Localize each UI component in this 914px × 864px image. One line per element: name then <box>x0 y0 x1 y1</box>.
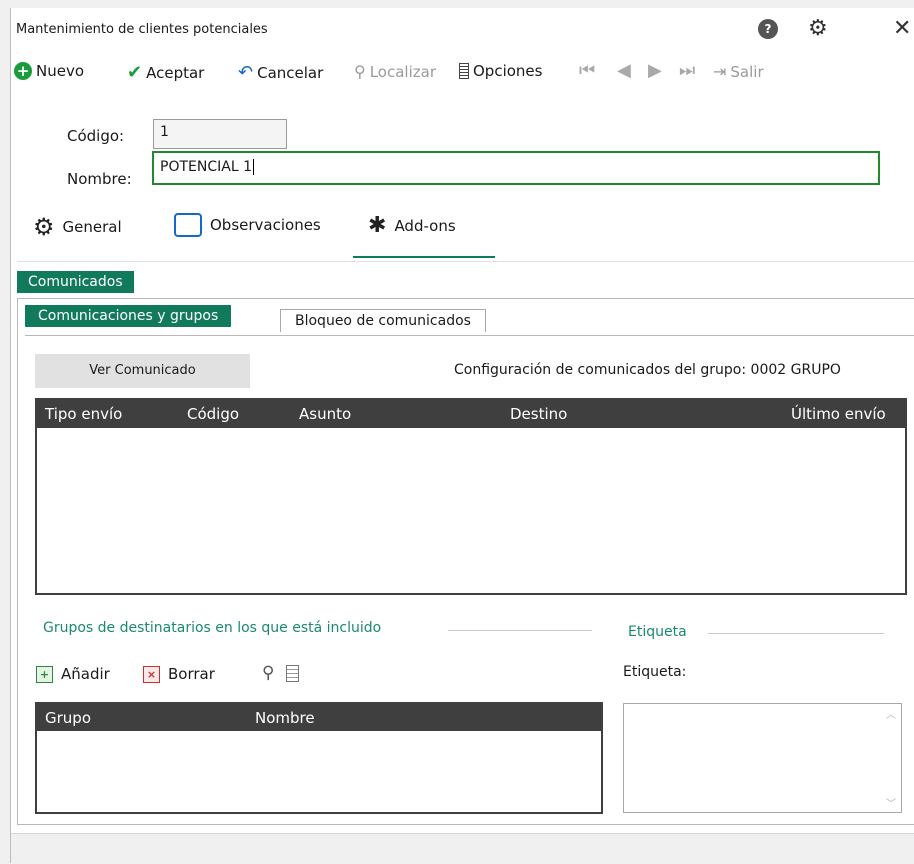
scroll-down-icon[interactable]: ﹀ <box>886 795 896 810</box>
gears-icon: ⚙ <box>33 213 55 241</box>
add-row-icon: + <box>36 665 53 683</box>
undo-arrow-icon: ↶ <box>238 62 254 83</box>
gear-icon[interactable]: ⚙ <box>808 16 828 41</box>
etiqueta-section-title: Etiqueta <box>628 624 687 640</box>
tab-observaciones[interactable]: Observaciones <box>174 213 321 237</box>
col-ultimo-envio[interactable]: Último envío <box>791 405 886 423</box>
tab-general[interactable]: ⚙ General <box>33 213 122 241</box>
nombre-field[interactable]: POTENCIAL 1 <box>152 151 880 185</box>
grupos-grid-header: Grupo Nombre <box>37 704 601 731</box>
delete-group-button[interactable]: × Borrar <box>143 665 215 683</box>
tab-bloqueo-comunicados[interactable]: Bloqueo de comunicados <box>280 309 486 332</box>
comunicados-panel: Comunicaciones y grupos Bloqueo de comun… <box>17 298 914 825</box>
checkmark-icon: ✔ <box>127 62 143 83</box>
subtab-divider <box>25 335 914 336</box>
text-cursor <box>252 159 254 175</box>
exit-icon: ⇥ <box>713 62 727 81</box>
search-icon[interactable]: ⚲ <box>262 663 274 683</box>
tab-comunicaciones-grupos[interactable]: Comunicaciones y grupos <box>25 305 232 327</box>
close-icon[interactable]: ✕ <box>893 16 911 41</box>
content-panel: Comunicados Comunicaciones y grupos Bloq… <box>17 261 914 825</box>
grupos-section-title: Grupos de destinatarios en los que está … <box>43 620 382 636</box>
tab-active-indicator <box>353 256 495 258</box>
col-nombre[interactable]: Nombre <box>255 709 315 727</box>
config-text: Configuración de comunicados del grupo: … <box>454 362 841 378</box>
etiqueta-label: Etiqueta: <box>623 664 687 680</box>
document-icon[interactable] <box>286 665 299 682</box>
grupos-grid: Grupo Nombre <box>35 702 603 814</box>
window: Mantenimiento de clientes potenciales ? … <box>10 8 914 864</box>
etiqueta-section-line <box>708 633 884 634</box>
window-title: Mantenimiento de clientes potenciales <box>16 22 268 37</box>
col-asunto[interactable]: Asunto <box>299 405 351 423</box>
title-bar: Mantenimiento de clientes potenciales ? … <box>11 8 914 50</box>
cancel-button[interactable]: ↶ Cancelar <box>238 62 323 83</box>
help-icon[interactable]: ? <box>758 19 778 39</box>
add-group-button[interactable]: + Añadir <box>36 665 110 683</box>
list-icon <box>459 63 469 79</box>
col-codigo[interactable]: Código <box>187 405 239 423</box>
search-icon: ⚲ <box>354 62 366 81</box>
toolbar: + Nuevo ✔ Aceptar ↶ Cancelar ⚲ Localizar… <box>11 58 914 88</box>
locate-button[interactable]: ⚲ Localizar <box>354 62 436 81</box>
codigo-field[interactable]: 1 <box>153 119 287 149</box>
col-tipo-envio[interactable]: Tipo envío <box>45 405 122 423</box>
next-record-icon[interactable]: ▶ <box>648 60 662 81</box>
comunicados-grid: Tipo envío Código Asunto Destino Último … <box>35 398 907 595</box>
network-icon: ✱ <box>368 213 387 238</box>
status-bar <box>11 833 914 864</box>
exit-button[interactable]: ⇥ Salir <box>713 62 764 81</box>
plus-circle-icon: + <box>14 62 32 80</box>
new-button[interactable]: + Nuevo <box>14 62 84 80</box>
grupos-section-line <box>448 630 592 631</box>
nombre-label: Nombre: <box>67 170 132 188</box>
col-grupo[interactable]: Grupo <box>45 709 91 727</box>
tab-addons[interactable]: ✱ Add-ons <box>368 213 456 238</box>
ver-comunicado-button[interactable]: Ver Comunicado <box>35 354 250 388</box>
etiqueta-textarea[interactable]: ︿ ﹀ <box>623 703 902 813</box>
grid-header: Tipo envío Código Asunto Destino Último … <box>37 400 905 428</box>
speech-bubble-icon <box>174 213 202 237</box>
previous-record-icon[interactable]: ◀ <box>617 60 631 81</box>
accept-button[interactable]: ✔ Aceptar <box>127 62 204 83</box>
col-destino[interactable]: Destino <box>510 405 567 423</box>
scroll-up-icon[interactable]: ︿ <box>886 706 896 721</box>
first-record-icon[interactable]: ⏮ <box>579 60 595 81</box>
options-button[interactable]: Opciones <box>459 62 542 80</box>
codigo-label: Código: <box>67 127 125 145</box>
tab-comunicados[interactable]: Comunicados <box>17 271 134 293</box>
delete-row-icon: × <box>143 665 160 683</box>
last-record-icon[interactable]: ⏭ <box>679 60 695 81</box>
